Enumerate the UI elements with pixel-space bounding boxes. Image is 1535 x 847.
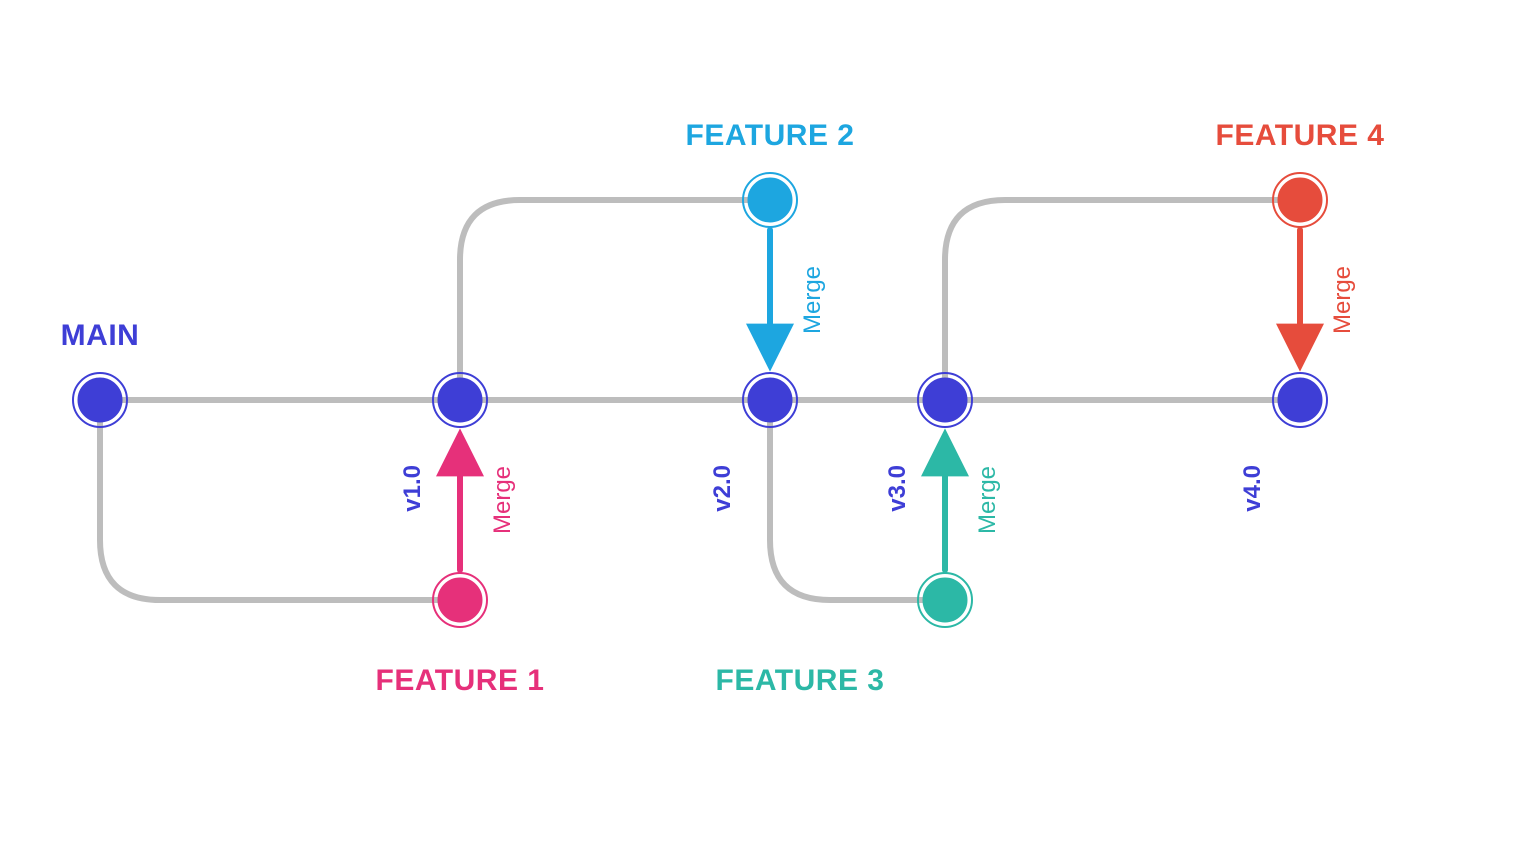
version-v4: v4.0 [1239,465,1266,512]
merge-label-4: Merge [1329,266,1356,334]
node-v3 [918,373,972,427]
node-v4 [1273,373,1327,427]
node-feature2 [743,173,797,227]
branch-to-feature3 [770,400,945,600]
node-v2 [743,373,797,427]
label-main: MAIN [61,319,140,352]
node-feature4 [1273,173,1327,227]
node-feature3 [918,573,972,627]
version-v2: v2.0 [709,465,736,512]
version-v3: v3.0 [884,465,911,512]
label-feature3: FEATURE 3 [716,664,885,697]
label-feature1: FEATURE 1 [376,664,545,697]
git-branch-diagram: MAIN FEATURE 1 FEATURE 2 FEATURE 3 FEATU… [0,0,1535,847]
connectors [100,200,1300,600]
merge-label-3: Merge [974,466,1001,534]
node-v1 [433,373,487,427]
node-feature1 [433,573,487,627]
merge-label-2: Merge [799,266,826,334]
label-feature4: FEATURE 4 [1216,119,1385,152]
branch-to-feature2 [460,200,770,400]
version-v1: v1.0 [399,465,426,512]
merge-label-1: Merge [489,466,516,534]
label-feature2: FEATURE 2 [686,119,855,152]
node-main [73,373,127,427]
branch-to-feature4 [945,200,1300,400]
